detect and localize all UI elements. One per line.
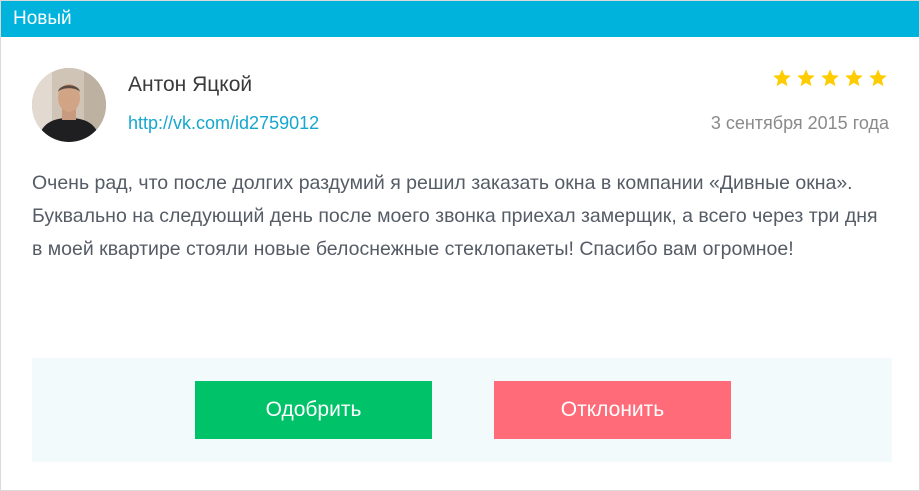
- star-icon: [821, 69, 839, 87]
- review-text: Очень рад, что после долгих раздумий я р…: [32, 172, 878, 260]
- star-icon: [797, 69, 815, 87]
- status-label: Новый: [13, 8, 72, 29]
- star-icon: [845, 69, 863, 87]
- avatar-photo: [32, 68, 106, 142]
- review-date: 3 сентября 2015 года: [710, 113, 889, 133]
- status-header: Новый: [1, 1, 919, 37]
- star-icon: [773, 69, 791, 87]
- author-name: Антон Яцкой: [128, 73, 253, 96]
- approve-button[interactable]: Одобрить: [195, 381, 432, 439]
- review-card: Новый Антон Яцкой http://vk.com/id275901…: [0, 0, 920, 491]
- star-icon: [869, 69, 887, 87]
- author-profile-link[interactable]: http://vk.com/id2759012: [128, 112, 319, 134]
- avatar: [32, 68, 106, 142]
- reject-button[interactable]: Отклонить: [494, 381, 731, 439]
- rating-stars: [772, 68, 888, 88]
- moderation-actions: Одобрить Отклонить: [32, 358, 892, 462]
